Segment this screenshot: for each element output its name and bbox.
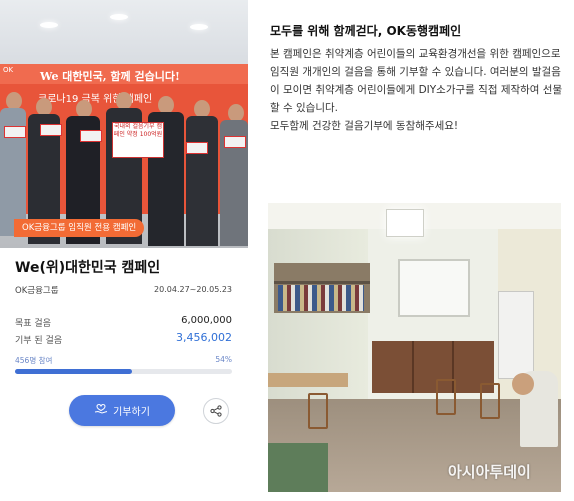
organization-name: OK금융그룹 (15, 286, 59, 296)
held-sign (40, 124, 62, 136)
chair (480, 383, 500, 419)
donate-button-label: 기부하기 (113, 407, 150, 418)
books (278, 285, 364, 311)
donate-button[interactable]: 기부하기 (69, 395, 175, 426)
held-sign (186, 142, 208, 154)
campaign-title: We(위)대한민국 캠페인 (15, 260, 161, 276)
goal-label: 목표 걸음 (15, 319, 51, 329)
article-paragraph: 모두함께 건강한 걸음기부에 동참해주세요! (270, 120, 459, 132)
share-button[interactable] (203, 398, 229, 424)
ceiling-light (190, 24, 208, 30)
held-sign (80, 130, 102, 142)
article-headline: 모두를 위해 함께걷다, OK동행캠페인 (270, 24, 462, 38)
campaign-period: 20.04.27~20.05.23 (154, 285, 232, 294)
window (398, 259, 470, 317)
held-sign (224, 136, 246, 148)
article-paragraph: 본 캠페인은 취약계층 어린이들의 교육환경개선을 위한 캠페인으로 임직원 개… (270, 48, 563, 114)
campaign-photo: OK We 대한민국, 함께 걷습니다! 코로나19 극복 위한 캠페인 국내외… (0, 0, 248, 248)
ceiling-light (40, 22, 58, 28)
person (186, 116, 218, 246)
campaign-card[interactable]: OK We 대한민국, 함께 걷습니다! 코로나19 극복 위한 캠페인 국내외… (0, 0, 248, 501)
progress-percent: 54% (215, 355, 232, 364)
participant-count: 456명 참여 (15, 356, 53, 365)
news-watermark: 아시아투데이 (448, 463, 531, 481)
cabinet (372, 341, 494, 393)
chair (308, 393, 328, 429)
donation-pledge-board: 국내외 걸음기부 캠페인 약정 100억원 (112, 122, 164, 158)
progress-bar (15, 369, 232, 374)
classroom-photo: 아시아투데이 (268, 203, 561, 492)
shelf-board (274, 281, 370, 284)
ceiling-light (110, 14, 128, 20)
ceiling-lamp (386, 209, 424, 237)
chair (436, 379, 456, 415)
donated-label: 기부 된 걸음 (15, 336, 63, 346)
table (268, 443, 328, 492)
share-icon (210, 402, 222, 421)
child-head (512, 373, 534, 395)
banner-headline: We 대한민국, 함께 걷습니다! (40, 70, 180, 83)
desk (268, 373, 348, 387)
goal-value: 6,000,000 (181, 315, 232, 326)
banner-subline: 코로나19 극복 위한 캠페인 (38, 94, 153, 105)
air-conditioner (498, 291, 534, 379)
held-sign (4, 126, 26, 138)
cabinet-door-line (412, 341, 414, 393)
hand-heart-icon (94, 403, 108, 418)
donated-value: 3,456,002 (176, 331, 232, 344)
progress-bar-fill (15, 369, 133, 374)
employee-only-tag: OK금융그룹 임직원 전용 캠페인 (14, 219, 145, 237)
banner-logo: OK (3, 66, 14, 74)
article-body: 본 캠페인은 취약계층 어린이들의 교육환경개선을 위한 캠페인으로 임직원 개… (270, 45, 570, 135)
